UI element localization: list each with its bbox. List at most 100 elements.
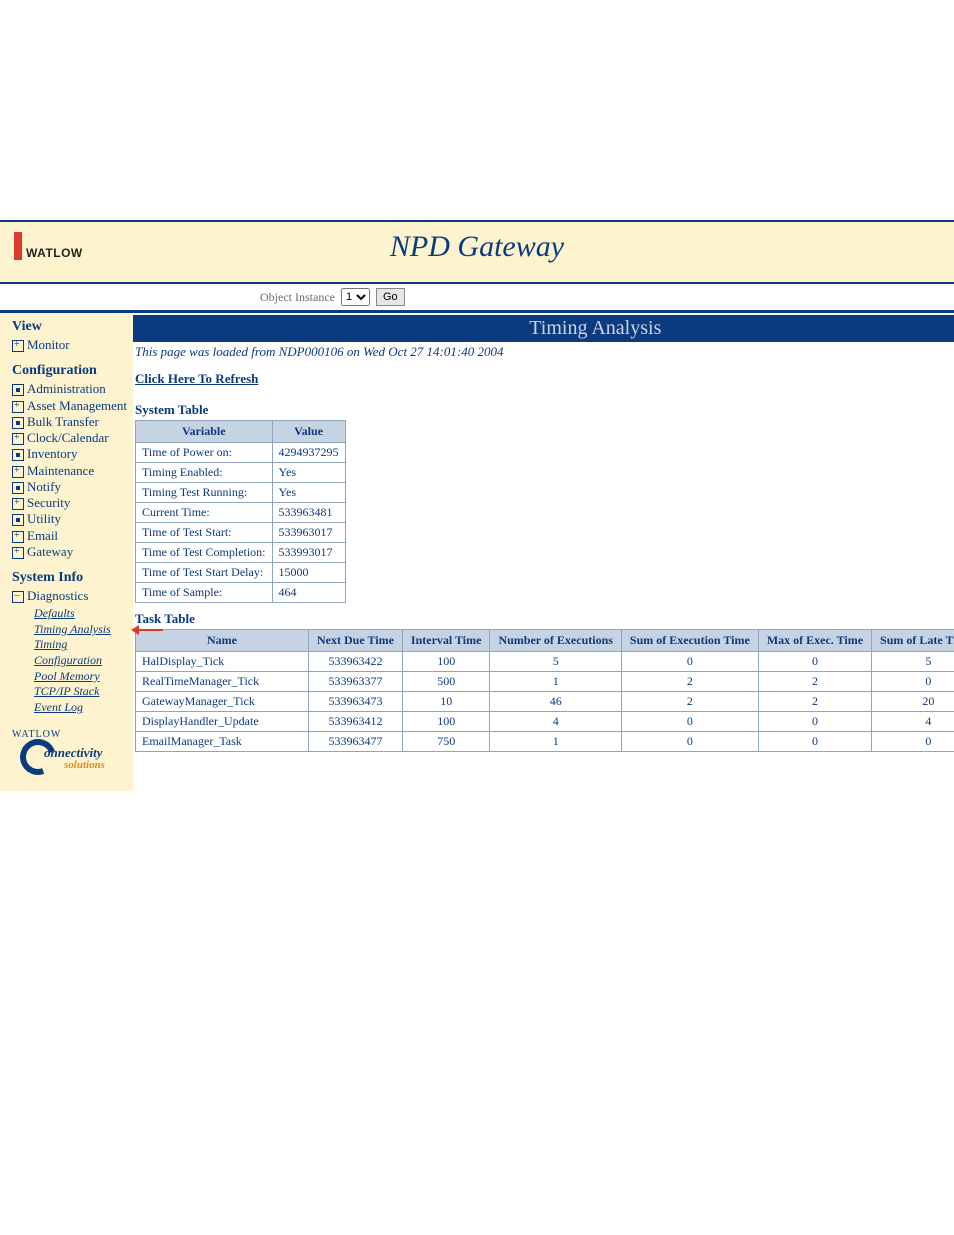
task-next-due: 533963377 [309, 672, 403, 692]
sidebar-item-label: Diagnostics [27, 588, 88, 603]
system-value: 4294937295 [272, 443, 345, 463]
task-sum-exec: 2 [621, 672, 758, 692]
object-instance-select[interactable]: 1 [341, 288, 370, 306]
task-sum-exec: 0 [621, 732, 758, 752]
sidebar-item-utility[interactable]: Utility [12, 511, 127, 527]
table-row: DisplayHandler_Update53396341210040040% [136, 712, 954, 732]
diagnostics-sub-timing-configuration[interactable]: Timing Configuration [34, 637, 127, 668]
header-banner: WATLOW NPD Gateway [0, 220, 954, 284]
table-row: Timing Test Running:Yes [136, 483, 346, 503]
connectivity-logo: WATLOW onnectivity solutions [12, 729, 122, 771]
table-row: GatewayManager_Tick533963473104622200.43… [136, 692, 954, 712]
tree-plus-icon [12, 401, 24, 413]
sidebar-heading-configuration: Configuration [12, 363, 127, 379]
sidebar-item-label: Inventory [27, 446, 78, 461]
task-sum-late: 20 [872, 692, 954, 712]
sidebar-item-gateway[interactable]: Gateway [12, 544, 127, 560]
tree-dot-icon [12, 482, 24, 494]
sidebar-item-label: Monitor [27, 337, 70, 352]
table-row: Timing Enabled:Yes [136, 463, 346, 483]
sidebar: View Monitor Configuration Administratio… [0, 313, 133, 791]
object-instance-bar: Object Instance 1 Go [0, 284, 954, 313]
sidebar-item-label: Administration [27, 381, 106, 396]
task-max-exec: 0 [758, 712, 871, 732]
diagnostics-sub-timing-analysis[interactable]: Timing Analysis [34, 622, 127, 638]
refresh-link[interactable]: Click Here To Refresh [135, 371, 258, 386]
loaded-timestamp: This page was loaded from NDP000106 on W… [135, 344, 954, 360]
system-col-value: Value [272, 421, 345, 443]
tree-plus-icon [12, 498, 24, 510]
sidebar-item-diagnostics[interactable]: Diagnostics [12, 588, 127, 604]
task-interval: 500 [402, 672, 490, 692]
system-variable: Timing Test Running: [136, 483, 273, 503]
task-sum-late: 5 [872, 652, 954, 672]
system-col-variable: Variable [136, 421, 273, 443]
task-table-heading: Task Table [135, 611, 954, 627]
sidebar-item-label: Email [27, 528, 58, 543]
sidebar-item-label: Bulk Transfer [27, 414, 99, 429]
task-sum-exec: 0 [621, 652, 758, 672]
task-sum-late: 0 [872, 672, 954, 692]
sidebar-item-bulk-transfer[interactable]: Bulk Transfer [12, 414, 127, 430]
task-next-due: 533963473 [309, 692, 403, 712]
sidebar-item-clock-calendar[interactable]: Clock/Calendar [12, 430, 127, 446]
tree-dot-icon [12, 417, 24, 429]
task-interval: 100 [402, 712, 490, 732]
sidebar-item-inventory[interactable]: Inventory [12, 446, 127, 462]
sidebar-item-label: Asset Management [27, 398, 127, 413]
sidebar-item-maintenance[interactable]: Maintenance [12, 463, 127, 479]
table-row: Time of Test Completion:533993017 [136, 543, 346, 563]
sidebar-item-label: Gateway [27, 544, 73, 559]
task-max-exec: 2 [758, 692, 871, 712]
task-interval: 100 [402, 652, 490, 672]
system-variable: Time of Test Start Delay: [136, 563, 273, 583]
go-button[interactable]: Go [376, 288, 405, 306]
sidebar-item-label: Security [27, 495, 70, 510]
sidebar-item-notify[interactable]: Notify [12, 479, 127, 495]
connectivity-text-2: solutions [64, 759, 105, 771]
task-sum-exec: 0 [621, 712, 758, 732]
sidebar-item-email[interactable]: Email [12, 528, 127, 544]
task-col-next-due: Next Due Time [309, 630, 403, 652]
diagnostics-sub-defaults[interactable]: Defaults [34, 606, 127, 622]
sidebar-item-monitor[interactable]: Monitor [12, 337, 127, 353]
task-name: RealTimeManager_Tick [136, 672, 309, 692]
system-value: 533963481 [272, 503, 345, 523]
table-row: Time of Test Start Delay:15000 [136, 563, 346, 583]
tree-plus-icon [12, 547, 24, 559]
system-value: Yes [272, 463, 345, 483]
system-variable: Timing Enabled: [136, 463, 273, 483]
system-table-heading: System Table [135, 402, 954, 418]
table-row: Time of Sample:464 [136, 583, 346, 603]
table-row: HalDisplay_Tick53396342210050050% [136, 652, 954, 672]
task-name: DisplayHandler_Update [136, 712, 309, 732]
diagnostics-sub-event-log[interactable]: Event Log [34, 700, 127, 716]
task-executions: 5 [490, 652, 621, 672]
diagnostics-sub-tcp-ip-stack[interactable]: TCP/IP Stack [34, 684, 127, 700]
task-max-exec: 2 [758, 672, 871, 692]
system-variable: Time of Power on: [136, 443, 273, 463]
tree-dot-icon [12, 384, 24, 396]
system-variable: Time of Sample: [136, 583, 273, 603]
sidebar-item-administration[interactable]: Administration [12, 381, 127, 397]
page-title: Timing Analysis [133, 315, 954, 342]
task-col-max-exec: Max of Exec. Time [758, 630, 871, 652]
task-executions: 1 [490, 672, 621, 692]
sidebar-heading-view: View [12, 319, 127, 335]
task-sum-late: 0 [872, 732, 954, 752]
system-value: Yes [272, 483, 345, 503]
table-row: RealTimeManager_Tick53396337750012200.43… [136, 672, 954, 692]
app-title: NPD Gateway [0, 230, 954, 264]
task-col-executions: Number of Executions [490, 630, 621, 652]
sidebar-item-label: Notify [27, 479, 61, 494]
task-sum-exec: 2 [621, 692, 758, 712]
diagnostics-sub-pool-memory[interactable]: Pool Memory [34, 669, 127, 685]
sidebar-item-asset-management[interactable]: Asset Management [12, 398, 127, 414]
task-executions: 1 [490, 732, 621, 752]
system-value: 533993017 [272, 543, 345, 563]
system-value: 533963017 [272, 523, 345, 543]
tree-plus-icon [12, 340, 24, 352]
table-row: Time of Test Start:533963017 [136, 523, 346, 543]
sidebar-item-security[interactable]: Security [12, 495, 127, 511]
tree-plus-icon [12, 466, 24, 478]
